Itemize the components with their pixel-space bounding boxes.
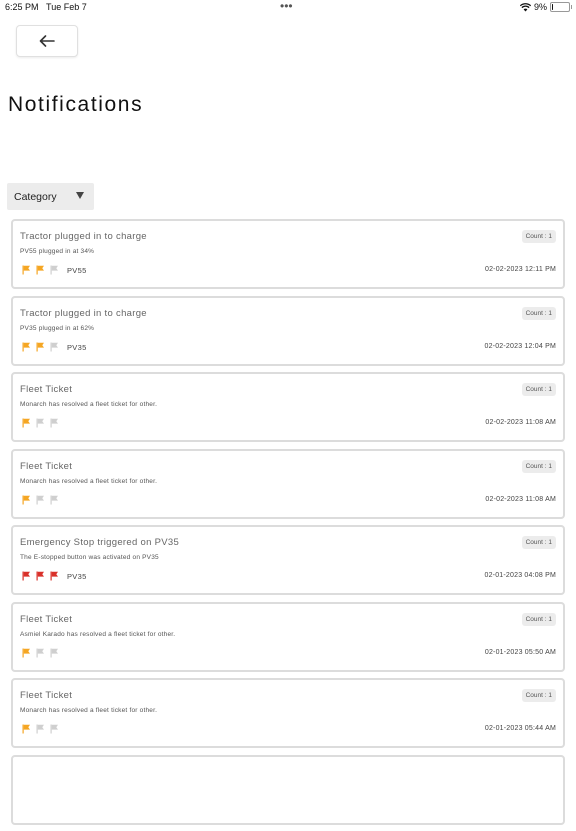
status-right: 9% xyxy=(519,2,572,12)
notification-card[interactable]: Tractor plugged in to charge PV35 plugged… xyxy=(11,295,565,366)
priority-flags xyxy=(22,342,59,352)
category-dropdown[interactable]: Category xyxy=(7,183,94,210)
notification-description: The E-stopped button was activated on PV… xyxy=(20,554,159,561)
notification-card[interactable]: Fleet Ticket Monarch has resolved a fleet… xyxy=(11,678,565,748)
notification-timestamp: 02-02-2023 11:08 AM xyxy=(485,419,556,426)
priority-flags xyxy=(22,495,59,505)
page-title: Notifications xyxy=(8,93,144,116)
notification-description: PV35 plugged in at 62% xyxy=(20,324,95,332)
flag-icon xyxy=(50,342,58,351)
priority-flags xyxy=(22,418,59,428)
flag-icon xyxy=(22,571,30,581)
flag-icon xyxy=(22,724,30,734)
notification-description: PV55 plugged in at 34% xyxy=(20,248,95,255)
flag-icon xyxy=(36,571,44,581)
flag-icon xyxy=(36,265,44,275)
count-badge: Count : 1 xyxy=(521,306,556,320)
flag-icon xyxy=(36,495,44,504)
status-clock: 6:25 PM xyxy=(5,2,39,12)
flag-icon xyxy=(50,571,58,581)
flag-icon xyxy=(50,418,58,428)
notification-card[interactable]: Fleet Ticket Monarch has resolved a fleet… xyxy=(11,448,565,519)
count-badge: Count : 1 xyxy=(521,612,556,626)
notification-timestamp: 02-02-2023 11:08 AM xyxy=(485,495,556,503)
notification-timestamp: 02-01-2023 05:44 AM xyxy=(484,725,556,732)
notification-list: Tractor plugged in to charge PV55 plugged… xyxy=(11,219,565,831)
priority-flags xyxy=(22,724,59,734)
notification-timestamp: 02-01-2023 04:08 PM xyxy=(484,572,556,579)
caret-down-icon xyxy=(76,192,84,199)
flag-icon xyxy=(22,265,30,275)
count-badge: Count : 1 xyxy=(521,536,556,549)
count-badge: Count : 1 xyxy=(521,459,556,473)
flag-icon xyxy=(36,418,44,428)
flag-icon xyxy=(50,724,58,734)
notification-timestamp: 02-02-2023 12:04 PM xyxy=(484,342,556,350)
notification-timestamp: 02-02-2023 12:11 PM xyxy=(485,266,556,273)
flag-icon xyxy=(36,648,44,657)
vehicle-label: PV55 xyxy=(67,266,87,275)
notification-title: Tractor plugged in to charge xyxy=(20,307,147,319)
notification-description: Monarch has resolved a fleet ticket for … xyxy=(20,707,158,714)
flag-icon xyxy=(22,418,30,428)
priority-flags xyxy=(22,648,59,658)
count-badge: Count : 1 xyxy=(521,689,556,702)
battery-percent: 9% xyxy=(533,2,547,12)
priority-flags xyxy=(22,571,59,581)
notification-card[interactable]: Emergency Stop triggered on PV35 The E-st… xyxy=(11,525,565,595)
category-dropdown-label: Category xyxy=(14,190,57,203)
flag-icon xyxy=(36,724,44,734)
notification-title: Tractor plugged in to charge xyxy=(20,231,147,242)
count-badge: Count : 1 xyxy=(521,383,556,396)
notification-description: Asmiel Karado has resolved a fleet ticke… xyxy=(20,630,176,638)
count-badge: Count : 1 xyxy=(521,230,556,243)
notification-title: Fleet Ticket xyxy=(20,690,73,701)
flag-icon xyxy=(36,342,44,351)
arrow-left-icon xyxy=(39,35,55,47)
notification-card[interactable]: Fleet Ticket Asmiel Karado has resolved a… xyxy=(11,601,565,672)
notification-title: Fleet Ticket xyxy=(20,613,73,625)
vehicle-label: PV35 xyxy=(67,342,87,352)
status-date: Tue Feb 7 xyxy=(46,2,87,12)
notification-card[interactable]: Fleet Ticket Monarch has resolved a fleet… xyxy=(11,372,565,442)
notification-card[interactable]: Tractor plugged in to charge PV55 plugged… xyxy=(11,219,565,289)
notification-description: Monarch has resolved a fleet ticket for … xyxy=(20,401,158,408)
vehicle-label: PV35 xyxy=(67,572,87,581)
notification-title: Fleet Ticket xyxy=(20,460,73,472)
flag-icon xyxy=(50,265,58,275)
status-time: 6:25 PM Tue Feb 7 xyxy=(5,2,87,12)
flag-icon xyxy=(22,342,30,351)
status-bar: 6:25 PM Tue Feb 7 ••• 9% xyxy=(0,0,576,16)
flag-icon xyxy=(50,495,58,504)
notification-timestamp: 02-01-2023 05:50 AM xyxy=(484,648,556,656)
flag-icon xyxy=(22,495,30,504)
battery-icon xyxy=(550,2,572,12)
notification-title: Emergency Stop triggered on PV35 xyxy=(20,537,180,548)
flag-icon xyxy=(50,648,58,657)
notification-card[interactable] xyxy=(11,754,565,825)
notification-title: Fleet Ticket xyxy=(20,384,73,395)
priority-flags xyxy=(22,265,59,275)
notification-description: Monarch has resolved a fleet ticket for … xyxy=(20,477,158,485)
back-button[interactable] xyxy=(16,25,78,57)
wifi-icon xyxy=(519,2,531,11)
flag-icon xyxy=(22,648,30,657)
multitasking-dots-icon[interactable]: ••• xyxy=(280,0,293,13)
